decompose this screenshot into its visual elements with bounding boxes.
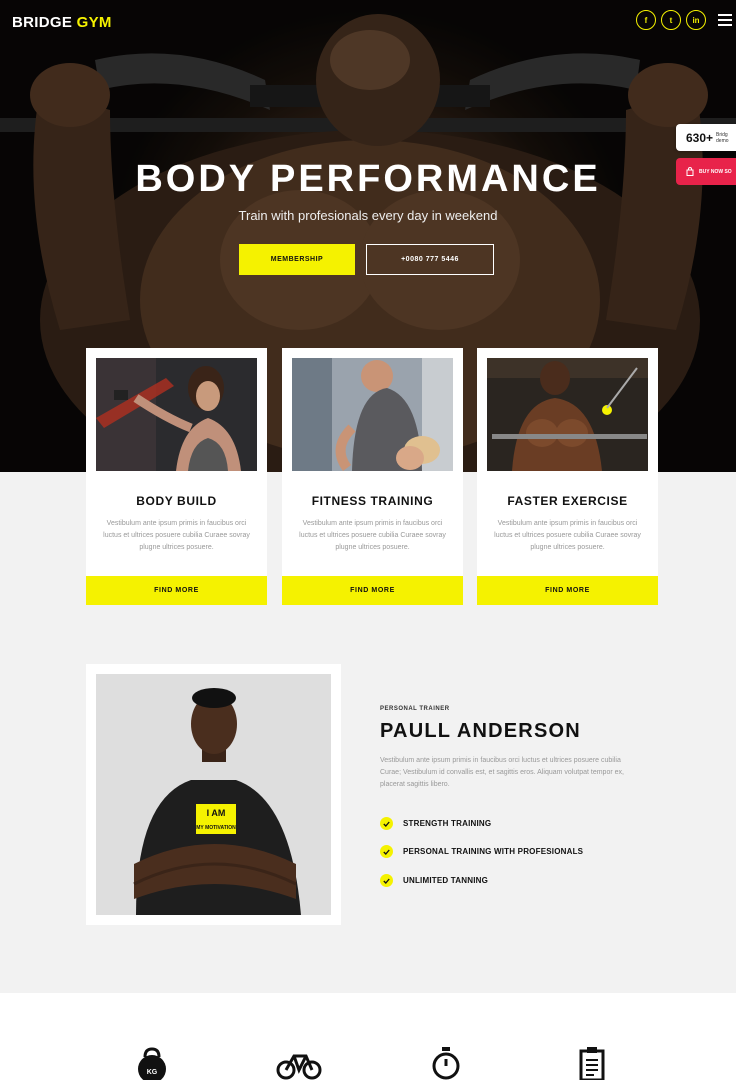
shirt-print-text: I AM bbox=[207, 808, 226, 818]
check-icon bbox=[380, 817, 393, 830]
phone-button[interactable]: +0080 777 5446 bbox=[366, 244, 494, 275]
trainer-description: Vestibulum ante ipsum primis in faucibus… bbox=[380, 757, 624, 788]
service-title: BODY BUILD bbox=[136, 494, 217, 508]
feature-label: UNLIMITED TANNING bbox=[403, 876, 489, 885]
feature-item: UNLIMITED TANNING bbox=[380, 874, 488, 887]
feature-label: STRENGTH TRAINING bbox=[403, 819, 492, 828]
feature-item: PERSONAL TRAINING WITH PROFESIONALS bbox=[380, 845, 583, 858]
demo-count-caption: Bridg demo bbox=[716, 131, 729, 144]
feature-item: STRENGTH TRAINING bbox=[380, 817, 491, 830]
trainer-photo: I AM MY MOTIVATION bbox=[96, 674, 331, 915]
shirt-print-subtext: MY MOTIVATION bbox=[196, 825, 236, 831]
stopwatch-icon bbox=[432, 1047, 460, 1080]
kettlebell-icon: KG bbox=[138, 1047, 166, 1080]
fitness-training-photo bbox=[292, 358, 453, 471]
buy-now-label: BUY NOW SO bbox=[699, 168, 732, 175]
trainer-role-label: PERSONAL TRAINER bbox=[380, 706, 450, 712]
find-more-button[interactable]: FIND MORE bbox=[86, 576, 267, 605]
twitter-icon[interactable]: t bbox=[661, 10, 681, 30]
site-logo[interactable]: BRIDGE GYM bbox=[12, 14, 112, 31]
demo-count: 630+ bbox=[686, 130, 714, 145]
logo-text: BRIDGE bbox=[12, 14, 73, 31]
service-card-faster-exercise: FASTER EXERCISE Vestibulum ante ipsum pr… bbox=[477, 348, 658, 576]
membership-button[interactable]: MEMBERSHIP bbox=[239, 244, 355, 275]
feature-label: PERSONAL TRAINING WITH PROFESIONALS bbox=[403, 847, 584, 856]
service-title: FASTER EXERCISE bbox=[507, 494, 628, 508]
service-description: Vestibulum ante ipsum primis in faucibus… bbox=[299, 520, 446, 551]
logo-accent-text: GYM bbox=[76, 14, 112, 31]
service-description: Vestibulum ante ipsum primis in faucibus… bbox=[103, 520, 250, 551]
find-more-button[interactable]: FIND MORE bbox=[477, 576, 658, 605]
demo-count-badge[interactable]: 630+ Bridg demo bbox=[676, 124, 736, 151]
bicycle-icon bbox=[276, 1054, 322, 1080]
hero-subtitle: Train with profesionals every day in wee… bbox=[238, 208, 498, 223]
check-icon bbox=[380, 845, 393, 858]
service-description: Vestibulum ante ipsum primis in faucibus… bbox=[494, 520, 641, 551]
kettlebell-label: KG bbox=[147, 1069, 158, 1076]
features-icon-strip: KG bbox=[0, 993, 736, 1080]
service-card-body-build: BODY BUILD Vestibulum ante ipsum primis … bbox=[86, 348, 267, 576]
find-more-button[interactable]: FIND MORE bbox=[282, 576, 463, 605]
clipboard-icon bbox=[579, 1047, 605, 1080]
hero-title: BODY PERFORMANCE bbox=[135, 158, 601, 200]
check-icon bbox=[380, 874, 393, 887]
buy-now-button[interactable]: BUY NOW SO bbox=[676, 158, 736, 185]
service-title: FITNESS TRAINING bbox=[311, 494, 434, 508]
body-build-photo bbox=[96, 358, 257, 471]
menu-icon[interactable] bbox=[718, 14, 732, 26]
facebook-icon[interactable]: f bbox=[636, 10, 656, 30]
trainer-name: PAULL ANDERSON bbox=[380, 720, 581, 742]
service-card-fitness-training: FITNESS TRAINING Vestibulum ante ipsum p… bbox=[282, 348, 463, 576]
trainer-photo-frame: I AM MY MOTIVATION bbox=[86, 664, 341, 925]
faster-exercise-photo bbox=[487, 358, 648, 471]
shopping-bag-icon bbox=[686, 167, 694, 176]
social-links: f t in bbox=[636, 10, 706, 30]
linkedin-icon[interactable]: in bbox=[686, 10, 706, 30]
